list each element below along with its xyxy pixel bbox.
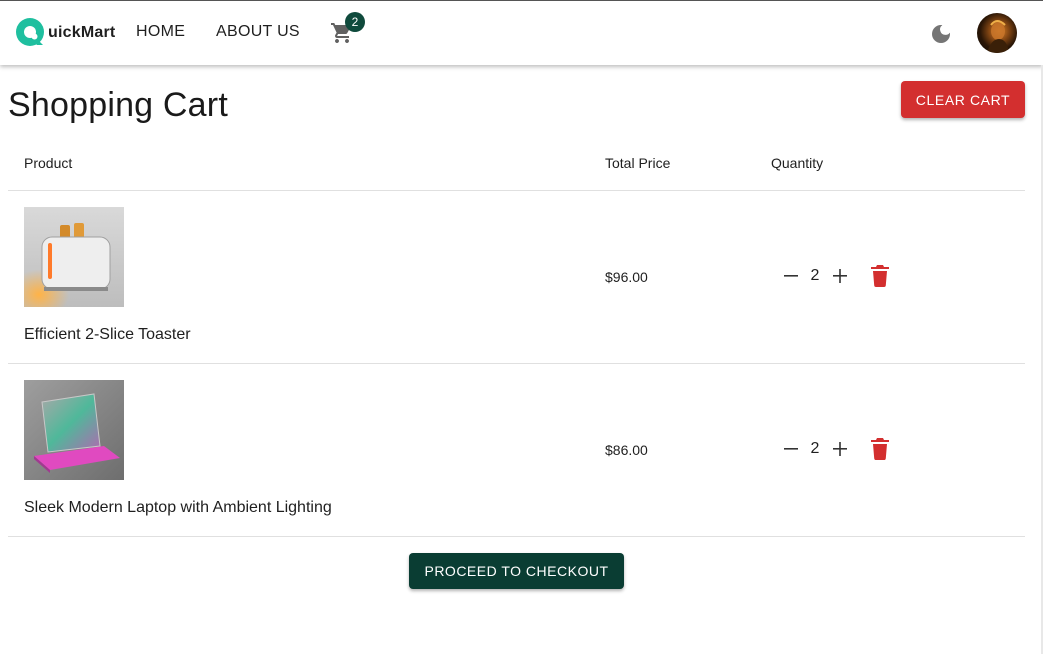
product-image-laptop[interactable]: [24, 380, 124, 480]
cart-row: Sleek Modern Laptop with Ambient Lightin…: [8, 364, 1025, 537]
row-divider: [8, 536, 1025, 537]
minus-icon[interactable]: [782, 267, 800, 285]
brand-logo[interactable]: uickMart: [15, 17, 115, 49]
product-total-price: $96.00: [605, 269, 648, 285]
product-name: Sleek Modern Laptop with Ambient Lightin…: [24, 499, 332, 516]
nav-home-link[interactable]: HOME: [136, 23, 185, 41]
column-header-product: Product: [24, 155, 73, 171]
product-name: Efficient 2-Slice Toaster: [24, 326, 191, 343]
nav-about-link[interactable]: ABOUT US: [216, 23, 300, 41]
top-navbar: uickMart HOME ABOUT US 2: [0, 0, 1043, 65]
plus-icon[interactable]: [831, 267, 849, 285]
proceed-to-checkout-button[interactable]: PROCEED TO CHECKOUT: [409, 553, 624, 589]
page-title: Shopping Cart: [8, 86, 228, 124]
product-image-toaster[interactable]: [24, 207, 124, 307]
clear-cart-button[interactable]: CLEAR CART: [901, 81, 1025, 118]
trash-icon[interactable]: [870, 438, 890, 460]
cart-row: Efficient 2-Slice Toaster $96.00 2: [8, 191, 1025, 364]
brand-name: uickMart: [48, 24, 116, 41]
logo-mark: [15, 17, 47, 49]
moon-icon[interactable]: [929, 22, 953, 46]
product-total-price: $86.00: [605, 442, 648, 458]
quantity-value: 2: [810, 267, 820, 284]
column-header-quantity: Quantity: [771, 155, 824, 171]
cart-count-badge: 2: [345, 12, 365, 32]
quantity-value: 2: [810, 440, 820, 457]
user-avatar[interactable]: [977, 13, 1017, 53]
minus-icon[interactable]: [782, 440, 800, 458]
trash-icon[interactable]: [870, 265, 890, 287]
plus-icon[interactable]: [831, 440, 849, 458]
column-header-total-price: Total Price: [605, 155, 671, 171]
